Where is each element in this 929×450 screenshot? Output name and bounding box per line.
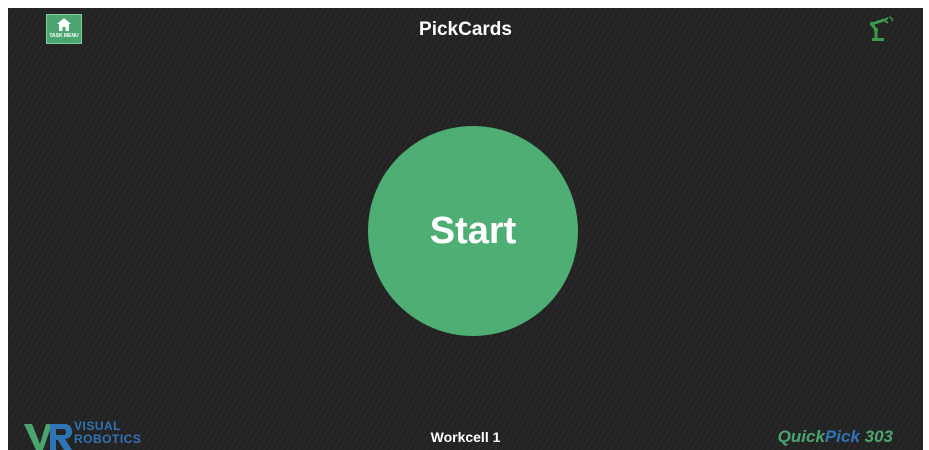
product-name-pick: Pick xyxy=(824,427,860,446)
app-window: TASK MENU PickCards Start VISUAL ROBOTIC… xyxy=(8,8,923,450)
robot-arm-icon[interactable] xyxy=(868,16,894,42)
product-name: QuickPick 303 xyxy=(778,426,893,448)
page-title: PickCards xyxy=(419,19,512,40)
product-name-quick: Quick xyxy=(777,427,825,446)
product-name-number: 303 xyxy=(859,427,893,446)
start-button[interactable]: Start xyxy=(368,126,578,336)
